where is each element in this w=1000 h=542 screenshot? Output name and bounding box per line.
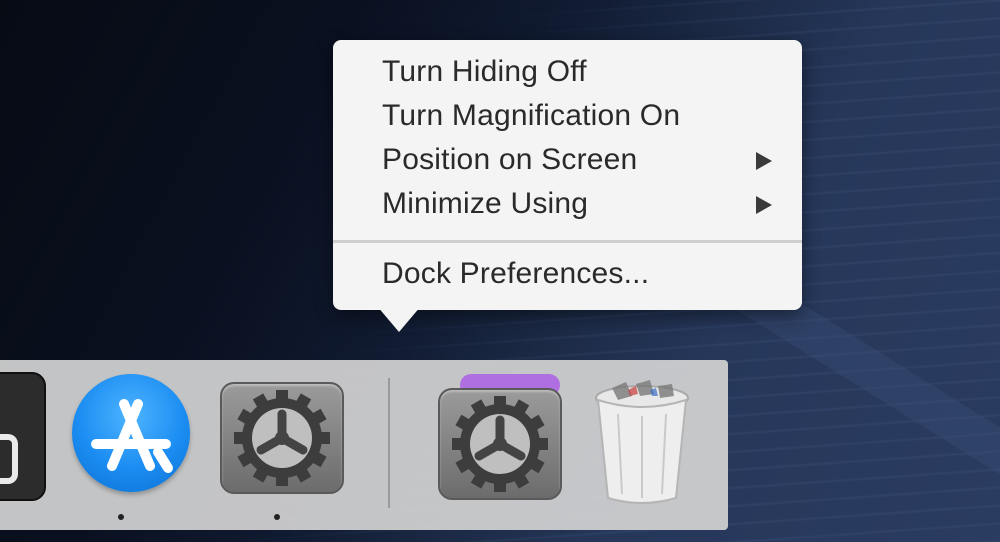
dock-context-menu: Turn Hiding Off Turn Magnification On Po… [333,40,802,332]
submenu-arrow-icon [756,196,772,214]
dock-separator [388,378,390,508]
menu-item-turn-magnification-on[interactable]: Turn Magnification On [333,95,802,137]
menu-item-position-on-screen[interactable]: Position on Screen [333,139,802,181]
menu-separator [333,240,802,243]
menu-item-label: Position on Screen [382,143,638,176]
menu-pointer-tail [377,306,421,332]
menu-item-dock-preferences[interactable]: Dock Preferences... [333,253,802,295]
submenu-arrow-icon [756,152,772,170]
menu-item-label: Turn Magnification On [382,99,681,132]
system-preferences-folder-icon[interactable] [438,388,562,500]
menu-item-label: Turn Hiding Off [382,55,587,88]
menu-item-turn-hiding-off[interactable]: Turn Hiding Off [333,51,802,93]
app-store-icon[interactable] [72,374,190,492]
menu-item-label: Minimize Using [382,187,589,220]
menu-item-label: Dock Preferences... [382,257,650,290]
system-preferences-running-indicator [274,514,280,520]
finder-icon[interactable] [0,372,46,501]
dock [0,360,728,530]
app-store-running-indicator [118,514,124,520]
trash-icon[interactable] [592,380,692,506]
menu-item-minimize-using[interactable]: Minimize Using [333,183,802,225]
system-preferences-icon[interactable] [220,382,344,494]
gear-icon [452,396,548,492]
trash-can-glyph [595,380,689,504]
app-store-glyph [91,399,173,473]
gear-icon [234,390,330,486]
